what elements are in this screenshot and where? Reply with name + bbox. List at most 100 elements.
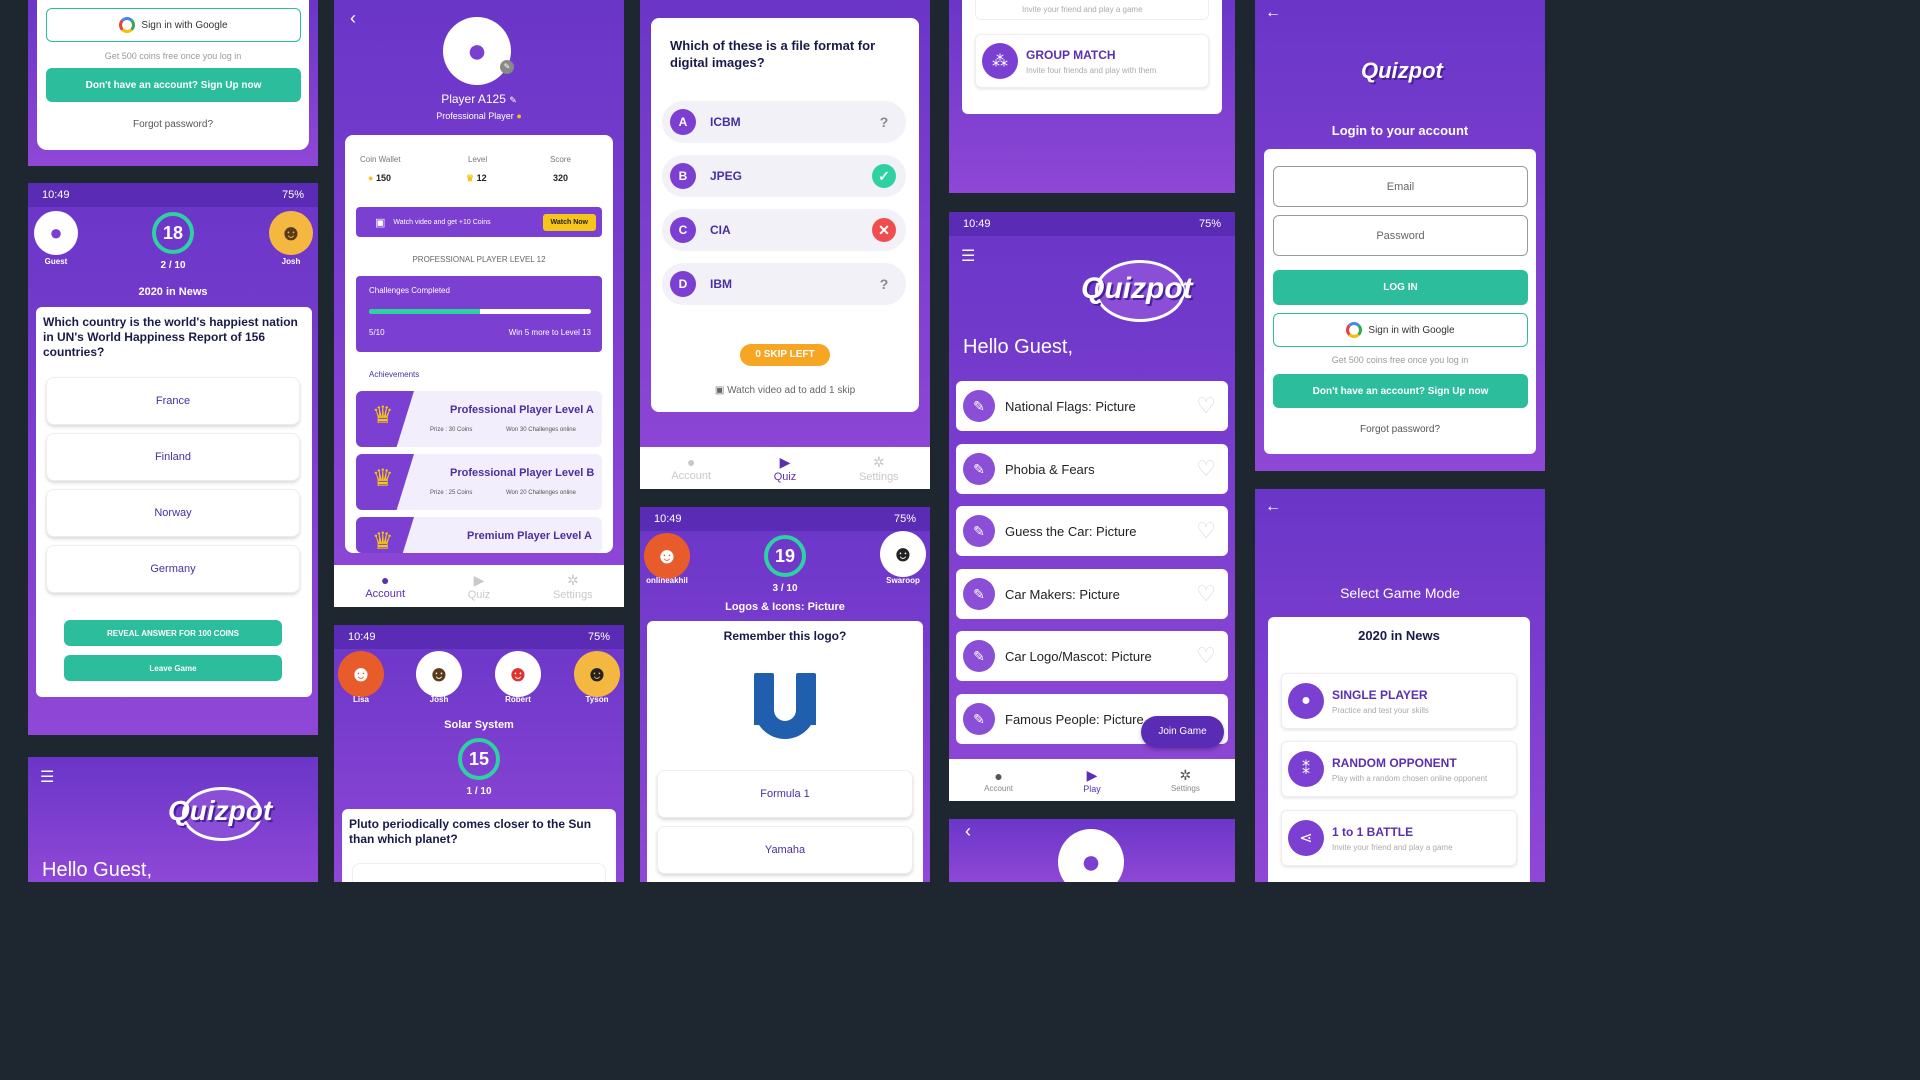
- signup-button[interactable]: Don't have an account? Sign Up now: [1273, 374, 1528, 408]
- answer-option-b[interactable]: B JPEG ✓: [662, 155, 906, 197]
- tab-settings-label: Settings: [1170, 784, 1200, 793]
- password-field[interactable]: Password: [1273, 215, 1528, 256]
- status-time: 10:49: [42, 189, 70, 201]
- option-text: ICBM: [710, 115, 741, 129]
- mode-group-match[interactable]: ⁂ GROUP MATCH Invite four friends and pl…: [975, 34, 1209, 88]
- mode-single-player[interactable]: ● SINGLE PLAYER Practice and test your sk…: [1281, 673, 1517, 729]
- level-label: Level: [468, 155, 488, 164]
- share-icon: ⋖: [1288, 820, 1324, 856]
- favorite-heart-icon[interactable]: ♡: [1196, 643, 1216, 669]
- tab-account-label: Account: [365, 588, 406, 600]
- logo-text: Quizpot: [168, 795, 273, 826]
- forgot-password-link[interactable]: Forgot password?: [37, 119, 309, 130]
- watch-now-button[interactable]: Watch Now: [542, 213, 596, 231]
- watch-ad-link[interactable]: ▣ Watch video ad to add 1 skip: [651, 385, 919, 396]
- reveal-answer-button[interactable]: REVEAL ANSWER FOR 100 COINS: [64, 620, 282, 646]
- favorite-heart-icon[interactable]: ♡: [1196, 393, 1216, 419]
- back-arrow-icon[interactable]: ‹: [350, 8, 356, 29]
- email-field[interactable]: Email: [1273, 166, 1528, 207]
- tab-settings[interactable]: ✲ Settings: [553, 572, 593, 601]
- logo-inner-gap: [774, 673, 796, 721]
- coins-note: Get 500 coins free once you log in: [104, 51, 242, 61]
- signup-button[interactable]: Don't have an account? Sign Up now: [46, 68, 301, 102]
- forgot-password-link[interactable]: Forgot password?: [1264, 424, 1536, 435]
- question-card: Pluto periodically comes closer to the S…: [342, 809, 616, 882]
- progress-fill: [369, 309, 480, 314]
- question-mark-icon: ?: [879, 276, 889, 292]
- tab-account[interactable]: ● Account: [671, 454, 711, 482]
- mode-random-opponent[interactable]: ⁑ RANDOM OPPONENT Play with a random chos…: [1281, 741, 1517, 797]
- menu-icon[interactable]: ☰: [961, 246, 975, 266]
- login-screen-fragment: Sign in with Google Get 500 coins free o…: [28, 0, 318, 166]
- achievement-item[interactable]: ♛ Professional Player Level A Prize : 30…: [356, 391, 602, 447]
- edit-name-icon[interactable]: ✎: [509, 95, 517, 105]
- mode-description: Play with a random chosen online opponen…: [1332, 773, 1488, 783]
- tab-quiz[interactable]: ▶ Quiz: [774, 454, 797, 483]
- achievement-item[interactable]: ♛ Professional Player Level B Prize : 25…: [356, 454, 602, 510]
- score-label: Score: [550, 155, 571, 164]
- back-arrow-icon[interactable]: ‹: [965, 821, 971, 842]
- favorite-heart-icon[interactable]: ♡: [1196, 518, 1216, 544]
- question-text: Remember this logo?: [723, 629, 847, 643]
- gear-icon: ✲: [566, 571, 579, 588]
- mode-1to1-battle[interactable]: ⋖ 1 to 1 BATTLE Invite your friend and pl…: [1281, 810, 1517, 866]
- tab-quiz[interactable]: ▶ Quiz: [468, 572, 491, 601]
- answer-option[interactable]: [352, 863, 606, 882]
- answer-option[interactable]: Finland: [46, 433, 300, 481]
- answer-option[interactable]: France: [46, 377, 300, 425]
- login-button[interactable]: LOG IN: [1273, 270, 1528, 305]
- player-name: Tyson: [585, 695, 609, 704]
- tab-settings[interactable]: ✲ Settings: [1171, 767, 1200, 793]
- status-bar: 10:49 75%: [28, 183, 318, 207]
- quiz-topic: Logos & Icons: Picture: [725, 601, 845, 613]
- player-subtitle: Professional Player ●: [334, 111, 624, 121]
- category-item[interactable]: ✎ National Flags: Picture ♡: [956, 381, 1228, 431]
- answer-option-a[interactable]: A ICBM ?: [662, 101, 906, 143]
- answer-option-c[interactable]: C CIA ✕: [662, 209, 906, 251]
- login-card: Email Password LOG IN Sign in with Googl…: [1264, 149, 1536, 454]
- mode-item-top[interactable]: Invite your friend and play a game: [975, 0, 1209, 20]
- menu-icon[interactable]: ☰: [40, 767, 54, 787]
- trophy-icon: ♛: [372, 528, 394, 553]
- edit-avatar-icon[interactable]: ✎: [500, 60, 514, 74]
- trophy-icon: ♛: [466, 173, 475, 183]
- player-name: Josh: [429, 695, 449, 704]
- home-screen-fragment: ☰ Quizpot Hello Guest,: [28, 757, 318, 882]
- quizpot-logo: Quizpot: [1077, 250, 1207, 334]
- tab-account[interactable]: ● Account: [984, 768, 1013, 793]
- skip-button[interactable]: 0 SKIP LEFT: [740, 344, 830, 366]
- achievement-item[interactable]: ♛ Premium Player Level A: [356, 517, 602, 553]
- player-name: Lisa: [352, 695, 369, 704]
- avatar: ●: [34, 211, 78, 255]
- join-game-button[interactable]: Join Game: [1141, 716, 1224, 748]
- tab-account[interactable]: ● Account: [365, 572, 405, 600]
- google-signin-button[interactable]: Sign in with Google: [1273, 313, 1528, 347]
- category-name: Car Makers: Picture: [1005, 586, 1120, 602]
- mode-name: RANDOM OPPONENT: [1332, 755, 1457, 770]
- favorite-heart-icon[interactable]: ♡: [1196, 456, 1216, 482]
- profile-avatar[interactable]: ●: [443, 17, 511, 85]
- video-camera-icon: ▣: [714, 385, 725, 396]
- quiz-screen-news: 10:49 75% ● Guest ☻ Josh 18 2 / 10 2020 …: [28, 183, 318, 735]
- category-item[interactable]: ✎ Car Logo/Mascot: Picture ♡: [956, 631, 1228, 681]
- answer-option[interactable]: Formula 1: [657, 770, 913, 818]
- answer-option[interactable]: Yamaha: [657, 826, 913, 874]
- category-item[interactable]: ✎ Guess the Car: Picture ♡: [956, 506, 1228, 556]
- favorite-heart-icon[interactable]: ♡: [1196, 581, 1216, 607]
- answer-option[interactable]: Germany: [46, 545, 300, 593]
- achievements-title: Achievements: [369, 370, 420, 379]
- tab-play[interactable]: ▶ Play: [1083, 767, 1101, 794]
- tab-settings[interactable]: ✲ Settings: [859, 454, 899, 483]
- back-arrow-icon[interactable]: ←: [1265, 498, 1281, 516]
- leave-game-button[interactable]: Leave Game: [64, 655, 282, 681]
- account-icon: ●: [994, 767, 1003, 784]
- achievement-prize: Prize : 25 Coins: [430, 490, 473, 496]
- back-arrow-icon[interactable]: ←: [1265, 4, 1281, 22]
- category-item[interactable]: ✎ Phobia & Fears ♡: [956, 444, 1228, 494]
- category-item[interactable]: ✎ Car Makers: Picture ♡: [956, 569, 1228, 619]
- play-icon: ▶: [473, 571, 485, 588]
- profile-card: Coin Wallet ● 150 Level ♛ 12 Score 320 ▣…: [345, 135, 613, 553]
- answer-option[interactable]: Norway: [46, 489, 300, 537]
- answer-option-d[interactable]: D IBM ?: [662, 263, 906, 305]
- google-signin-button[interactable]: Sign in with Google: [46, 8, 301, 42]
